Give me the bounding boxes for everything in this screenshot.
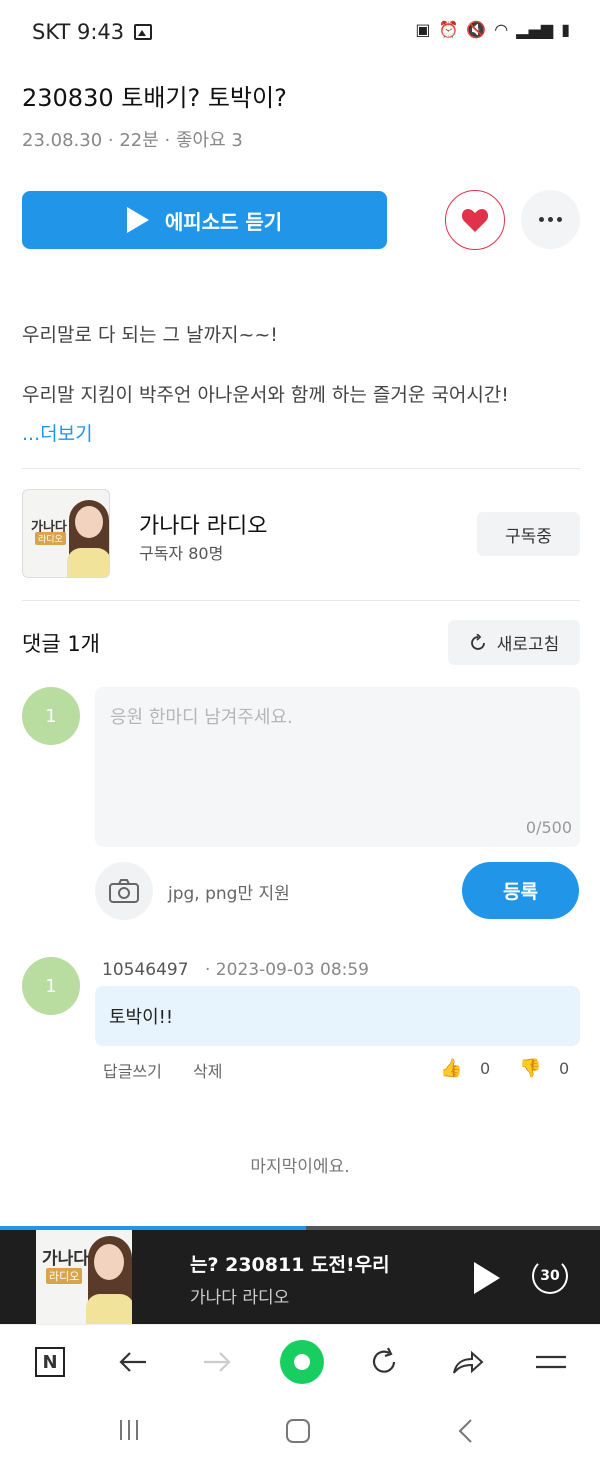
carrier-time: SKT 9:43 bbox=[32, 20, 125, 44]
like-count: 0 bbox=[480, 1059, 491, 1078]
end-of-list-note: 마지막이에요. bbox=[250, 1157, 350, 1177]
thumb-face bbox=[94, 1244, 124, 1280]
episode-title: 230830 토배기? 토박이? bbox=[22, 84, 287, 112]
thumb-title: 가나다 bbox=[42, 1249, 89, 1269]
player-title: 는? 230811 도전!우리 bbox=[190, 1254, 390, 1276]
play-episode-button[interactable]: 에피소드 듣기 bbox=[22, 191, 387, 249]
skip-label: 30 bbox=[540, 1268, 560, 1284]
refresh-button[interactable]: 새로고침 bbox=[448, 620, 580, 665]
divider bbox=[22, 468, 580, 469]
thumb-subtitle: 라디오 bbox=[35, 532, 66, 545]
wifi-icon: ◠ bbox=[494, 20, 509, 39]
comments-title: 댓글 1개 bbox=[22, 632, 100, 656]
image-format-note: jpg, png만 지원 bbox=[168, 884, 290, 904]
forward-arrow-icon[interactable] bbox=[197, 1342, 237, 1382]
thumb-body bbox=[67, 548, 109, 577]
delete-button[interactable]: 삭제 bbox=[193, 1058, 222, 1082]
back-arrow-icon[interactable] bbox=[113, 1342, 153, 1382]
like-button[interactable] bbox=[445, 190, 505, 250]
comment-placeholder: 응원 한마디 남겨주세요. bbox=[110, 707, 293, 728]
attach-image-button[interactable] bbox=[95, 862, 153, 920]
heart-icon bbox=[461, 209, 489, 232]
episode-meta: 23.08.30 · 22분 · 좋아요 3 bbox=[22, 130, 243, 151]
home-icon[interactable] bbox=[285, 1418, 311, 1450]
refresh-icon bbox=[470, 633, 485, 650]
thumb-subtitle: 라디오 bbox=[46, 1268, 83, 1284]
naver-home-icon[interactable]: N bbox=[30, 1342, 70, 1382]
battery-saver-icon: ▣ bbox=[415, 20, 431, 39]
char-count: 0/500 bbox=[525, 818, 572, 837]
divider bbox=[22, 600, 580, 601]
signal-icon: ▂▄▆ bbox=[516, 20, 554, 39]
status-left: SKT 9:43 bbox=[32, 20, 153, 44]
player-thumbnail: 가나다 라디오 bbox=[36, 1230, 132, 1324]
my-avatar: 1 bbox=[22, 687, 80, 745]
thumbs-down-icon[interactable]: 👎 bbox=[519, 1058, 541, 1079]
dot-icon bbox=[557, 217, 562, 222]
reply-button[interactable]: 답글쓰기 bbox=[103, 1058, 162, 1082]
thumb-face bbox=[75, 506, 103, 538]
image-icon bbox=[134, 24, 153, 40]
menu-icon[interactable] bbox=[531, 1342, 571, 1382]
share-icon[interactable] bbox=[448, 1342, 488, 1382]
camera-icon bbox=[109, 879, 139, 903]
status-right: ▣ ⏰ 🔇 ◠ ▂▄▆ ▮ bbox=[415, 20, 570, 39]
subscriber-count: 구독자 80명 bbox=[139, 544, 224, 563]
play-icon bbox=[126, 207, 149, 233]
dot-icon bbox=[539, 217, 544, 222]
battery-icon: ▮ bbox=[561, 20, 570, 39]
play-episode-label: 에피소드 듣기 bbox=[164, 209, 283, 234]
dislike-count: 0 bbox=[559, 1059, 570, 1078]
recent-apps-icon[interactable] bbox=[117, 1418, 141, 1448]
dot-icon bbox=[548, 217, 553, 222]
mute-icon: 🔇 bbox=[466, 20, 487, 39]
comment-bubble: 토박이!! bbox=[95, 986, 580, 1046]
green-dot-icon[interactable] bbox=[280, 1340, 324, 1384]
description-line-1: 우리말로 다 되는 그 날까지~~! bbox=[22, 324, 278, 346]
player-channel: 가나다 라디오 bbox=[190, 1288, 290, 1308]
skip-forward-30-icon[interactable]: 30 bbox=[532, 1258, 568, 1294]
subscribe-button[interactable]: 구독중 bbox=[477, 512, 580, 556]
submit-comment-button[interactable]: 등록 bbox=[462, 862, 579, 919]
channel-thumbnail[interactable]: 가나다 라디오 bbox=[22, 489, 110, 578]
comment-input[interactable]: 응원 한마디 남겨주세요. 0/500 bbox=[95, 687, 580, 847]
comment-date: · 2023-09-03 08:59 bbox=[205, 960, 369, 980]
back-icon[interactable] bbox=[456, 1418, 476, 1450]
status-bar: SKT 9:43 ▣ ⏰ 🔇 ◠ ▂▄▆ ▮ bbox=[0, 0, 600, 64]
channel-name[interactable]: 가나다 라디오 bbox=[139, 508, 267, 540]
green-dot-center bbox=[294, 1354, 310, 1370]
player-play-icon[interactable] bbox=[474, 1262, 500, 1294]
alarm-icon: ⏰ bbox=[438, 20, 459, 39]
refresh-label: 새로고침 bbox=[496, 635, 560, 655]
description-line-2: 우리말 지킴이 박주언 아나운서와 함께 하는 즐거운 국어시간! bbox=[22, 384, 509, 406]
thumbs-up-icon[interactable]: 👍 bbox=[440, 1058, 462, 1079]
comment-author: 10546497 bbox=[102, 960, 189, 980]
comment-text: 토박이!! bbox=[109, 1007, 174, 1028]
n-box: N bbox=[35, 1347, 65, 1377]
comment-avatar: 1 bbox=[22, 957, 80, 1015]
thumb-body bbox=[86, 1294, 132, 1324]
more-options-button[interactable] bbox=[521, 190, 580, 249]
reload-icon[interactable] bbox=[364, 1342, 404, 1382]
show-more-link[interactable]: ...더보기 bbox=[22, 419, 93, 446]
